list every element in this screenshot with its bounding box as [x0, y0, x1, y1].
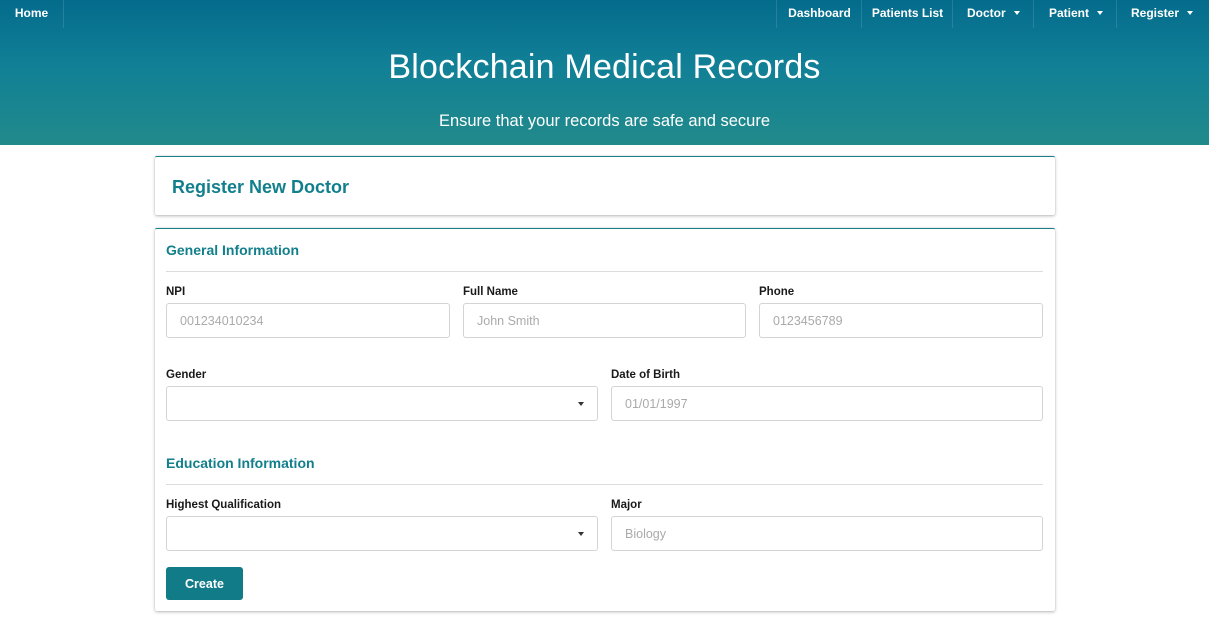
full-name-input[interactable] — [463, 303, 746, 338]
top-navbar: Home Dashboard Patients List Doctor Pati… — [0, 0, 1209, 28]
phone-input[interactable] — [759, 303, 1043, 338]
date-of-birth-input[interactable] — [611, 386, 1043, 421]
gender-label: Gender — [166, 369, 207, 381]
nav-doctor-label: Doctor — [967, 6, 1006, 20]
nav-register-label: Register — [1131, 6, 1180, 20]
nav-patient-label: Patient — [1049, 6, 1090, 20]
page-header-card: Register New Doctor — [155, 156, 1055, 215]
education-information-heading: Education Information — [166, 455, 315, 471]
chevron-down-icon — [1013, 10, 1020, 15]
npi-label: NPI — [166, 286, 186, 298]
page-title: Register New Doctor — [172, 177, 350, 197]
date-of-birth-label: Date of Birth — [611, 369, 680, 381]
nav-home[interactable]: Home — [0, 0, 64, 28]
hero-banner: Home Dashboard Patients List Doctor Pati… — [0, 0, 1209, 145]
full-name-label: Full Name — [463, 286, 518, 298]
hero-subtitle: Ensure that your records are safe and se… — [438, 112, 771, 130]
highest-qualification-label: Highest Qualification — [166, 499, 282, 511]
chevron-down-icon — [1097, 10, 1104, 15]
hero-title: Blockchain Medical Records — [388, 48, 821, 86]
nav-register-dropdown[interactable]: Register — [1116, 0, 1209, 28]
chevron-down-icon — [578, 532, 584, 536]
section-divider — [166, 271, 1043, 272]
section-divider — [166, 484, 1043, 485]
major-input[interactable] — [611, 516, 1043, 551]
nav-dashboard[interactable]: Dashboard — [776, 0, 862, 28]
highest-qualification-select[interactable] — [166, 516, 598, 551]
phone-label: Phone — [759, 286, 795, 298]
nav-doctor-dropdown[interactable]: Doctor — [952, 0, 1034, 28]
general-information-heading: General Information — [166, 242, 300, 258]
major-label: Major — [611, 499, 642, 511]
chevron-down-icon — [578, 402, 584, 406]
npi-input[interactable] — [166, 303, 450, 338]
register-doctor-form: General Information NPI Full Name Phone … — [155, 228, 1055, 611]
nav-patient-dropdown[interactable]: Patient — [1033, 0, 1117, 28]
gender-select[interactable] — [166, 386, 598, 421]
create-button[interactable]: Create — [166, 567, 243, 600]
chevron-down-icon — [1187, 10, 1194, 15]
nav-patients-list[interactable]: Patients List — [861, 0, 953, 28]
